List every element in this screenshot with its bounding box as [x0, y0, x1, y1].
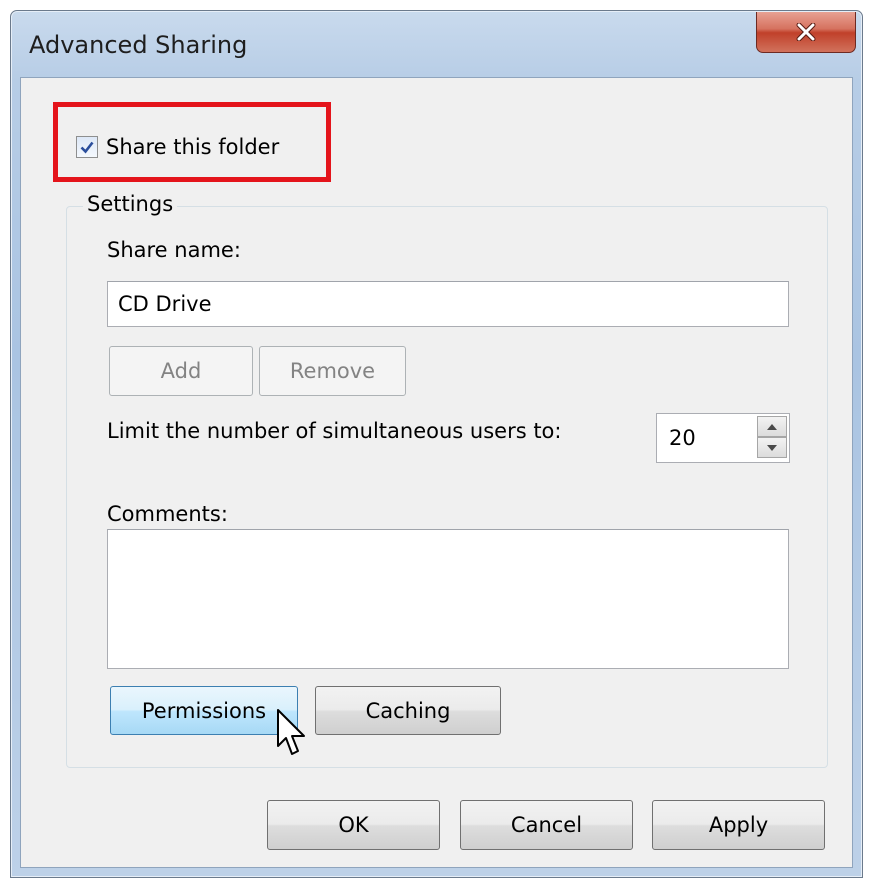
- close-icon: [796, 23, 816, 41]
- ok-button[interactable]: OK: [267, 800, 440, 850]
- spin-up-button[interactable]: [757, 416, 787, 437]
- limit-users-label: Limit the number of simultaneous users t…: [107, 419, 562, 443]
- title-bar[interactable]: Advanced Sharing: [11, 11, 862, 77]
- arrow-up-icon: [767, 423, 777, 430]
- share-name-input[interactable]: [107, 281, 789, 327]
- spin-down-button[interactable]: [757, 437, 787, 458]
- advanced-sharing-dialog: Advanced Sharing Share this folder Setti…: [10, 10, 863, 878]
- spin-buttons: [757, 416, 787, 458]
- limit-users-spinbox[interactable]: 20: [656, 413, 790, 463]
- close-button[interactable]: [756, 12, 856, 53]
- share-this-folder-label: Share this folder: [106, 135, 280, 159]
- share-this-folder-checkbox[interactable]: Share this folder: [76, 135, 279, 159]
- dialog-body: Share this folder Settings Share name: A…: [20, 77, 853, 868]
- checkbox-box[interactable]: [76, 136, 98, 158]
- checkmark-icon: [80, 141, 94, 154]
- cancel-button[interactable]: Cancel: [460, 800, 633, 850]
- comments-label: Comments:: [107, 502, 228, 526]
- mouse-pointer-icon: [277, 709, 305, 755]
- dialog-title: Advanced Sharing: [29, 31, 248, 59]
- apply-button[interactable]: Apply: [652, 800, 825, 850]
- arrow-down-icon: [767, 444, 777, 451]
- add-button[interactable]: Add: [109, 346, 253, 396]
- share-name-label: Share name:: [107, 238, 241, 262]
- remove-button[interactable]: Remove: [259, 346, 406, 396]
- comments-textarea[interactable]: [107, 529, 789, 669]
- limit-users-value: 20: [669, 426, 696, 450]
- permissions-button[interactable]: Permissions: [110, 686, 298, 735]
- caching-button[interactable]: Caching: [315, 686, 501, 735]
- settings-group-label: Settings: [83, 192, 178, 216]
